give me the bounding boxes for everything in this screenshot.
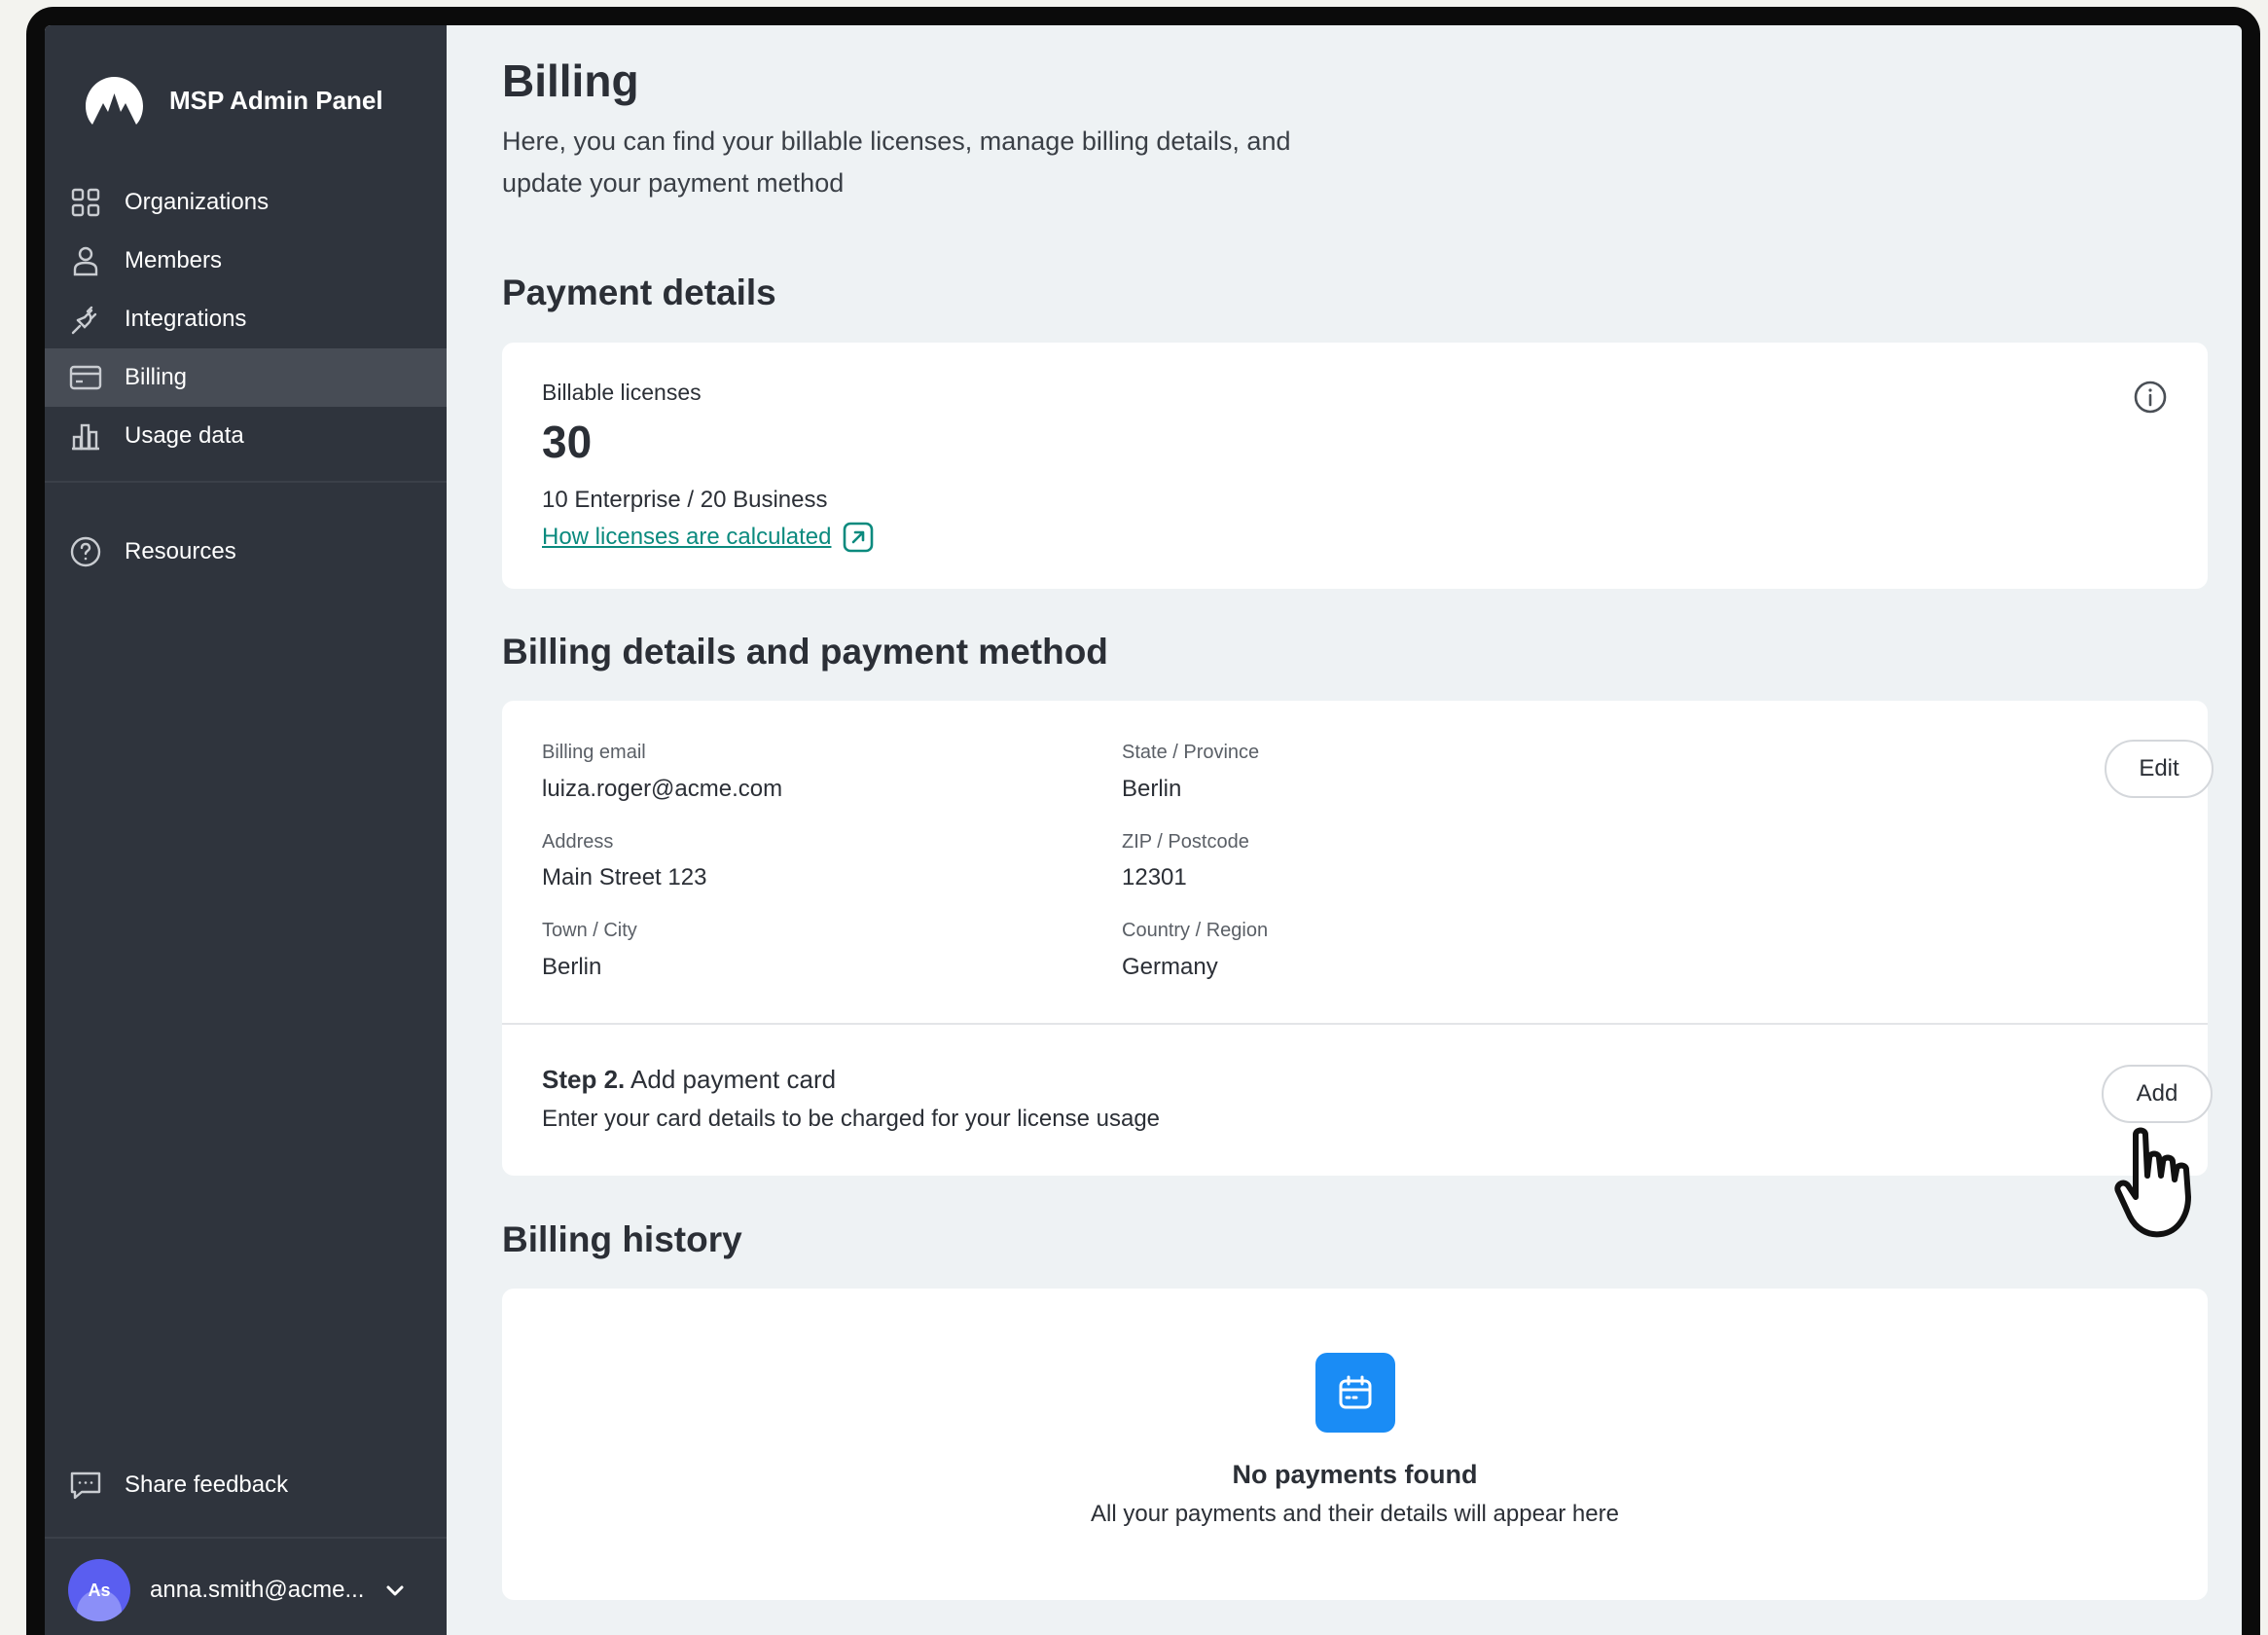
billing-details-card: Billing email luiza.roger@acme.com Addre… [502,701,2214,1176]
sidebar-item-label: Share feedback [125,1472,289,1498]
state-value: Berlin [1122,776,1182,802]
step-description: Enter your card details to be charged fo… [542,1106,1161,1132]
credit-card-icon [68,360,103,395]
empty-state-description: All your payments and their details will… [1091,1501,1619,1527]
address-label: Address [542,831,614,853]
zip-value: 12301 [1122,864,1187,890]
sidebar-item-resources[interactable]: Resources [45,523,447,581]
sidebar-item-usage-data[interactable]: Usage data [45,407,447,465]
sidebar-item-label: Integrations [125,306,247,332]
sidebar-item-label: Organizations [125,189,270,215]
device-frame: MSP Admin Panel Organizations Members In… [26,7,2260,1635]
sidebar-item-label: Members [125,247,223,273]
billing-history-card: No payments found All your payments and … [502,1289,2208,1600]
sidebar-item-label: Billing [125,364,188,390]
edit-button[interactable]: Edit [2105,740,2214,798]
country-label: Country / Region [1122,920,1269,941]
step-label: Add payment card [630,1065,837,1094]
city-label: Town / City [542,920,637,941]
empty-state-title: No payments found [1232,1460,1478,1489]
card-divider [502,1023,2208,1025]
billable-licenses-count: 30 [542,417,593,467]
chat-icon [68,1468,103,1503]
sidebar-item-label: Usage data [125,422,244,449]
user-icon [68,243,103,278]
sidebar: MSP Admin Panel Organizations Members In… [45,25,447,1635]
sidebar-divider [45,481,447,483]
main-content: Billing Here, you can find your billable… [447,25,2242,1635]
sidebar-item-members[interactable]: Members [45,232,447,290]
sidebar-item-billing[interactable]: Billing [45,348,447,407]
sidebar-item-integrations[interactable]: Integrations [45,290,447,348]
page-title: Billing [502,55,639,106]
share-feedback-button[interactable]: Share feedback [45,1456,447,1514]
page-description: Here, you can find your billable license… [502,127,1291,198]
billing-details-heading: Billing details and payment method [502,632,1108,672]
sidebar-item-organizations[interactable]: Organizations [45,173,447,232]
brand[interactable]: MSP Admin Panel [84,75,383,126]
brand-logo-icon [86,77,143,125]
grid-icon [68,185,103,220]
link-label: How licenses are calculated [542,524,832,550]
zip-label: ZIP / Postcode [1122,831,1249,853]
step-title: Step 2. Add payment card [542,1065,836,1095]
account-email: anna.smith@acme... [150,1577,365,1603]
licenses-breakdown: 10 Enterprise / 20 Business [542,487,828,513]
info-icon[interactable] [2133,380,2168,415]
step-prefix: Step 2. [542,1065,626,1094]
avatar: As [68,1559,130,1621]
billable-licenses-label: Billable licenses [542,380,702,405]
hand-pointer-cursor-icon [2114,1127,2191,1238]
billing-history-heading: Billing history [502,1219,742,1259]
sidebar-item-label: Resources [125,538,236,564]
help-circle-icon [68,534,103,569]
app-window: MSP Admin Panel Organizations Members In… [45,25,2242,1635]
calendar-icon [1315,1353,1395,1433]
bar-chart-icon [68,418,103,454]
sidebar-nav: Organizations Members Integrations Billi… [45,173,447,465]
sidebar-feedback: Share feedback [45,1456,447,1514]
external-link-icon [844,522,874,553]
address-value: Main Street 123 [542,864,707,890]
sidebar-resources: Resources [45,523,447,581]
billing-email-label: Billing email [542,742,646,763]
how-licenses-calculated-link[interactable]: How licenses are calculated [542,522,874,553]
payment-details-heading: Payment details [502,272,776,312]
sidebar-divider [45,1537,447,1539]
account-menu[interactable]: As anna.smith@acme... [68,1558,428,1622]
add-payment-card-button[interactable]: Add [2102,1065,2213,1123]
country-value: Germany [1122,954,1218,980]
app-title: MSP Admin Panel [169,85,383,115]
state-label: State / Province [1122,742,1260,763]
payment-details-card: Billable licenses 30 10 Enterprise / 20 … [502,343,2208,589]
billing-email-value: luiza.roger@acme.com [542,776,783,802]
chevron-down-icon [386,1585,404,1596]
plug-icon [68,302,103,337]
city-value: Berlin [542,954,602,980]
